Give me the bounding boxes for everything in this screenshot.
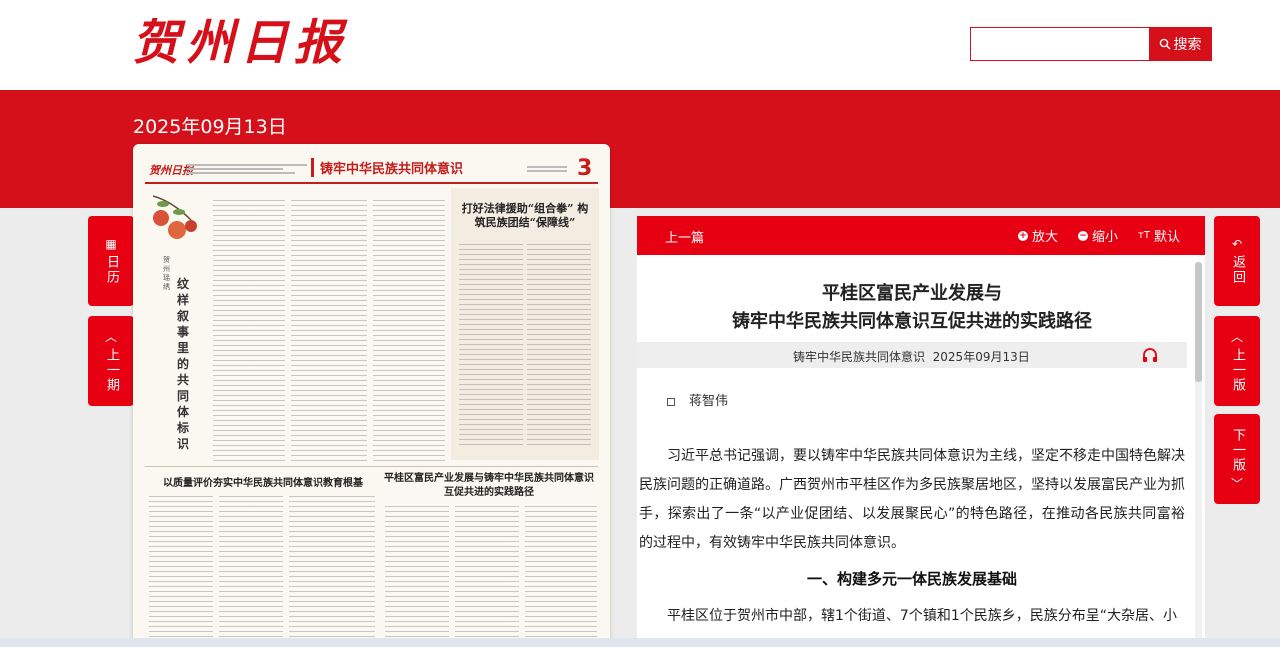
chevron-down-icon: ﹀ (1230, 476, 1243, 491)
article-date: 2025年09月13日 (932, 350, 1030, 364)
site-logo[interactable]: 贺州日报 (132, 12, 348, 74)
next-page-label: 下一版 (1230, 427, 1245, 473)
back-label: 返回 (1230, 255, 1245, 285)
article-paragraph: 平桂区位于贺州市中部，辖1个街道、7个镇和1个民族乡，民族分布呈“大杂居、小 (667, 608, 1177, 624)
paper-date-lines (527, 164, 567, 174)
paper-divider (145, 466, 598, 467)
article-title-line1: 平桂区富民产业发展与 (822, 283, 1002, 304)
pomegranate-illustration (152, 195, 197, 239)
article-author: 蒋智伟 (667, 390, 728, 409)
article-title: 平桂区富民产业发展与 铸牢中华民族共同体意识互促共进的实践路径 (637, 280, 1187, 336)
paper-text-column (219, 496, 283, 646)
article-scroll-thumb[interactable] (1195, 262, 1202, 382)
bottom-strip (0, 638, 1280, 647)
plus-circle-icon: + (1018, 230, 1028, 241)
article-section-name: 铸牢中华民族共同体意识 (793, 350, 926, 364)
author-name: 蒋智伟 (689, 394, 729, 409)
paper-text-column (385, 506, 449, 646)
calendar-icon: ▦ (105, 237, 117, 251)
article-meta-bar: 铸牢中华民族共同体意识 2025年09月13日 (637, 342, 1187, 368)
minus-circle-icon: − (1078, 230, 1088, 241)
search-box: 搜索 (970, 27, 1212, 61)
zoom-in-button[interactable]: + 放大 (1018, 226, 1058, 245)
paper-boxed-article: 打好法律援助“组合拳” 构筑民族团结“保障线” (451, 188, 599, 460)
back-button[interactable]: ↶ 返回 (1214, 216, 1260, 306)
paper-article-title-left: 以质量评价夯实中华民族共同体意识教育根基 (163, 478, 363, 489)
paper-text-column (291, 200, 367, 462)
text-size-icon: ᴛT (1138, 230, 1150, 241)
newspaper-page-image[interactable]: 贺州日报 铸牢中华民族共同体意识 3 贺州瑶绣 纹样叙事里的共同体标识 打好法律… (133, 144, 610, 647)
article-toolbar: 上一篇 + 放大 − 缩小 ᴛT 默认 (637, 216, 1205, 255)
prev-page-label: 上一版 (1230, 347, 1245, 393)
article-panel: 上一篇 + 放大 − 缩小 ᴛT 默认 平桂区富民产业发展与 铸牢中华民族共同体… (637, 216, 1205, 647)
paper-column-name: 贺州瑶绣 (163, 256, 170, 291)
paper-text-column (459, 244, 523, 448)
prev-issue-label: 上一期 (104, 347, 119, 393)
search-input[interactable] (971, 28, 1145, 60)
chevron-up-icon: ︿ (1230, 329, 1243, 344)
square-icon (667, 397, 675, 406)
calendar-button[interactable]: ▦ 日历 (88, 216, 134, 306)
return-icon: ↶ (1231, 237, 1243, 251)
issue-date: 2025年09月13日 (133, 116, 287, 138)
headphones-icon[interactable] (1142, 347, 1158, 363)
zoom-out-label: 缩小 (1092, 230, 1119, 245)
prev-issue-button[interactable]: ︿ 上一期 (88, 316, 134, 406)
paper-text-column (373, 200, 445, 462)
prev-page-button[interactable]: ︿ 上一版 (1214, 316, 1260, 406)
calendar-label: 日历 (104, 255, 119, 285)
zoom-in-label: 放大 (1032, 230, 1059, 245)
paper-meta-lines (187, 162, 307, 176)
article-meta: 铸牢中华民族共同体意识 2025年09月13日 (793, 348, 1030, 365)
paper-boxed-title: 打好法律援助“组合拳” 构筑民族团结“保障线” (461, 202, 589, 229)
article-section-heading: 一、构建多元一体民族发展基础 (806, 570, 1017, 588)
search-button[interactable]: 搜索 (1149, 28, 1211, 60)
paper-feature-title: 纹样叙事里的共同体标识 (177, 277, 190, 451)
paper-header-rule (145, 182, 598, 184)
paper-text-column (149, 496, 213, 646)
paper-text-column (455, 506, 519, 646)
paper-page-number: 3 (577, 156, 593, 181)
prev-article-link[interactable]: 上一篇 (665, 227, 704, 246)
paper-text-column (525, 506, 597, 646)
paper-text-column (213, 200, 285, 462)
article-title-line2: 铸牢中华民族共同体意识互促共进的实践路径 (732, 311, 1092, 332)
paper-text-column (289, 496, 375, 646)
search-button-label: 搜索 (1173, 37, 1202, 53)
article-paragraph: 习近平总书记强调，要以铸牢中华民族共同体意识为主线，坚定不移走中国特色解决民族问… (639, 448, 1185, 551)
next-page-button[interactable]: 下一版 ﹀ (1214, 414, 1260, 504)
zoom-out-button[interactable]: − 缩小 (1078, 226, 1118, 245)
paper-article-title-right: 平桂区富民产业发展与铸牢中华民族共同体意识互促共进的实践路径 (384, 473, 594, 498)
paper-text-column (527, 244, 591, 448)
search-icon (1159, 38, 1170, 50)
paper-section-title: 铸牢中华民族共同体意识 (311, 158, 463, 177)
top-header: 贺州日报 搜索 (0, 0, 1280, 90)
default-size-button[interactable]: ᴛT 默认 (1138, 226, 1180, 245)
default-size-label: 默认 (1153, 230, 1180, 245)
chevron-up-icon: ︿ (104, 329, 117, 344)
